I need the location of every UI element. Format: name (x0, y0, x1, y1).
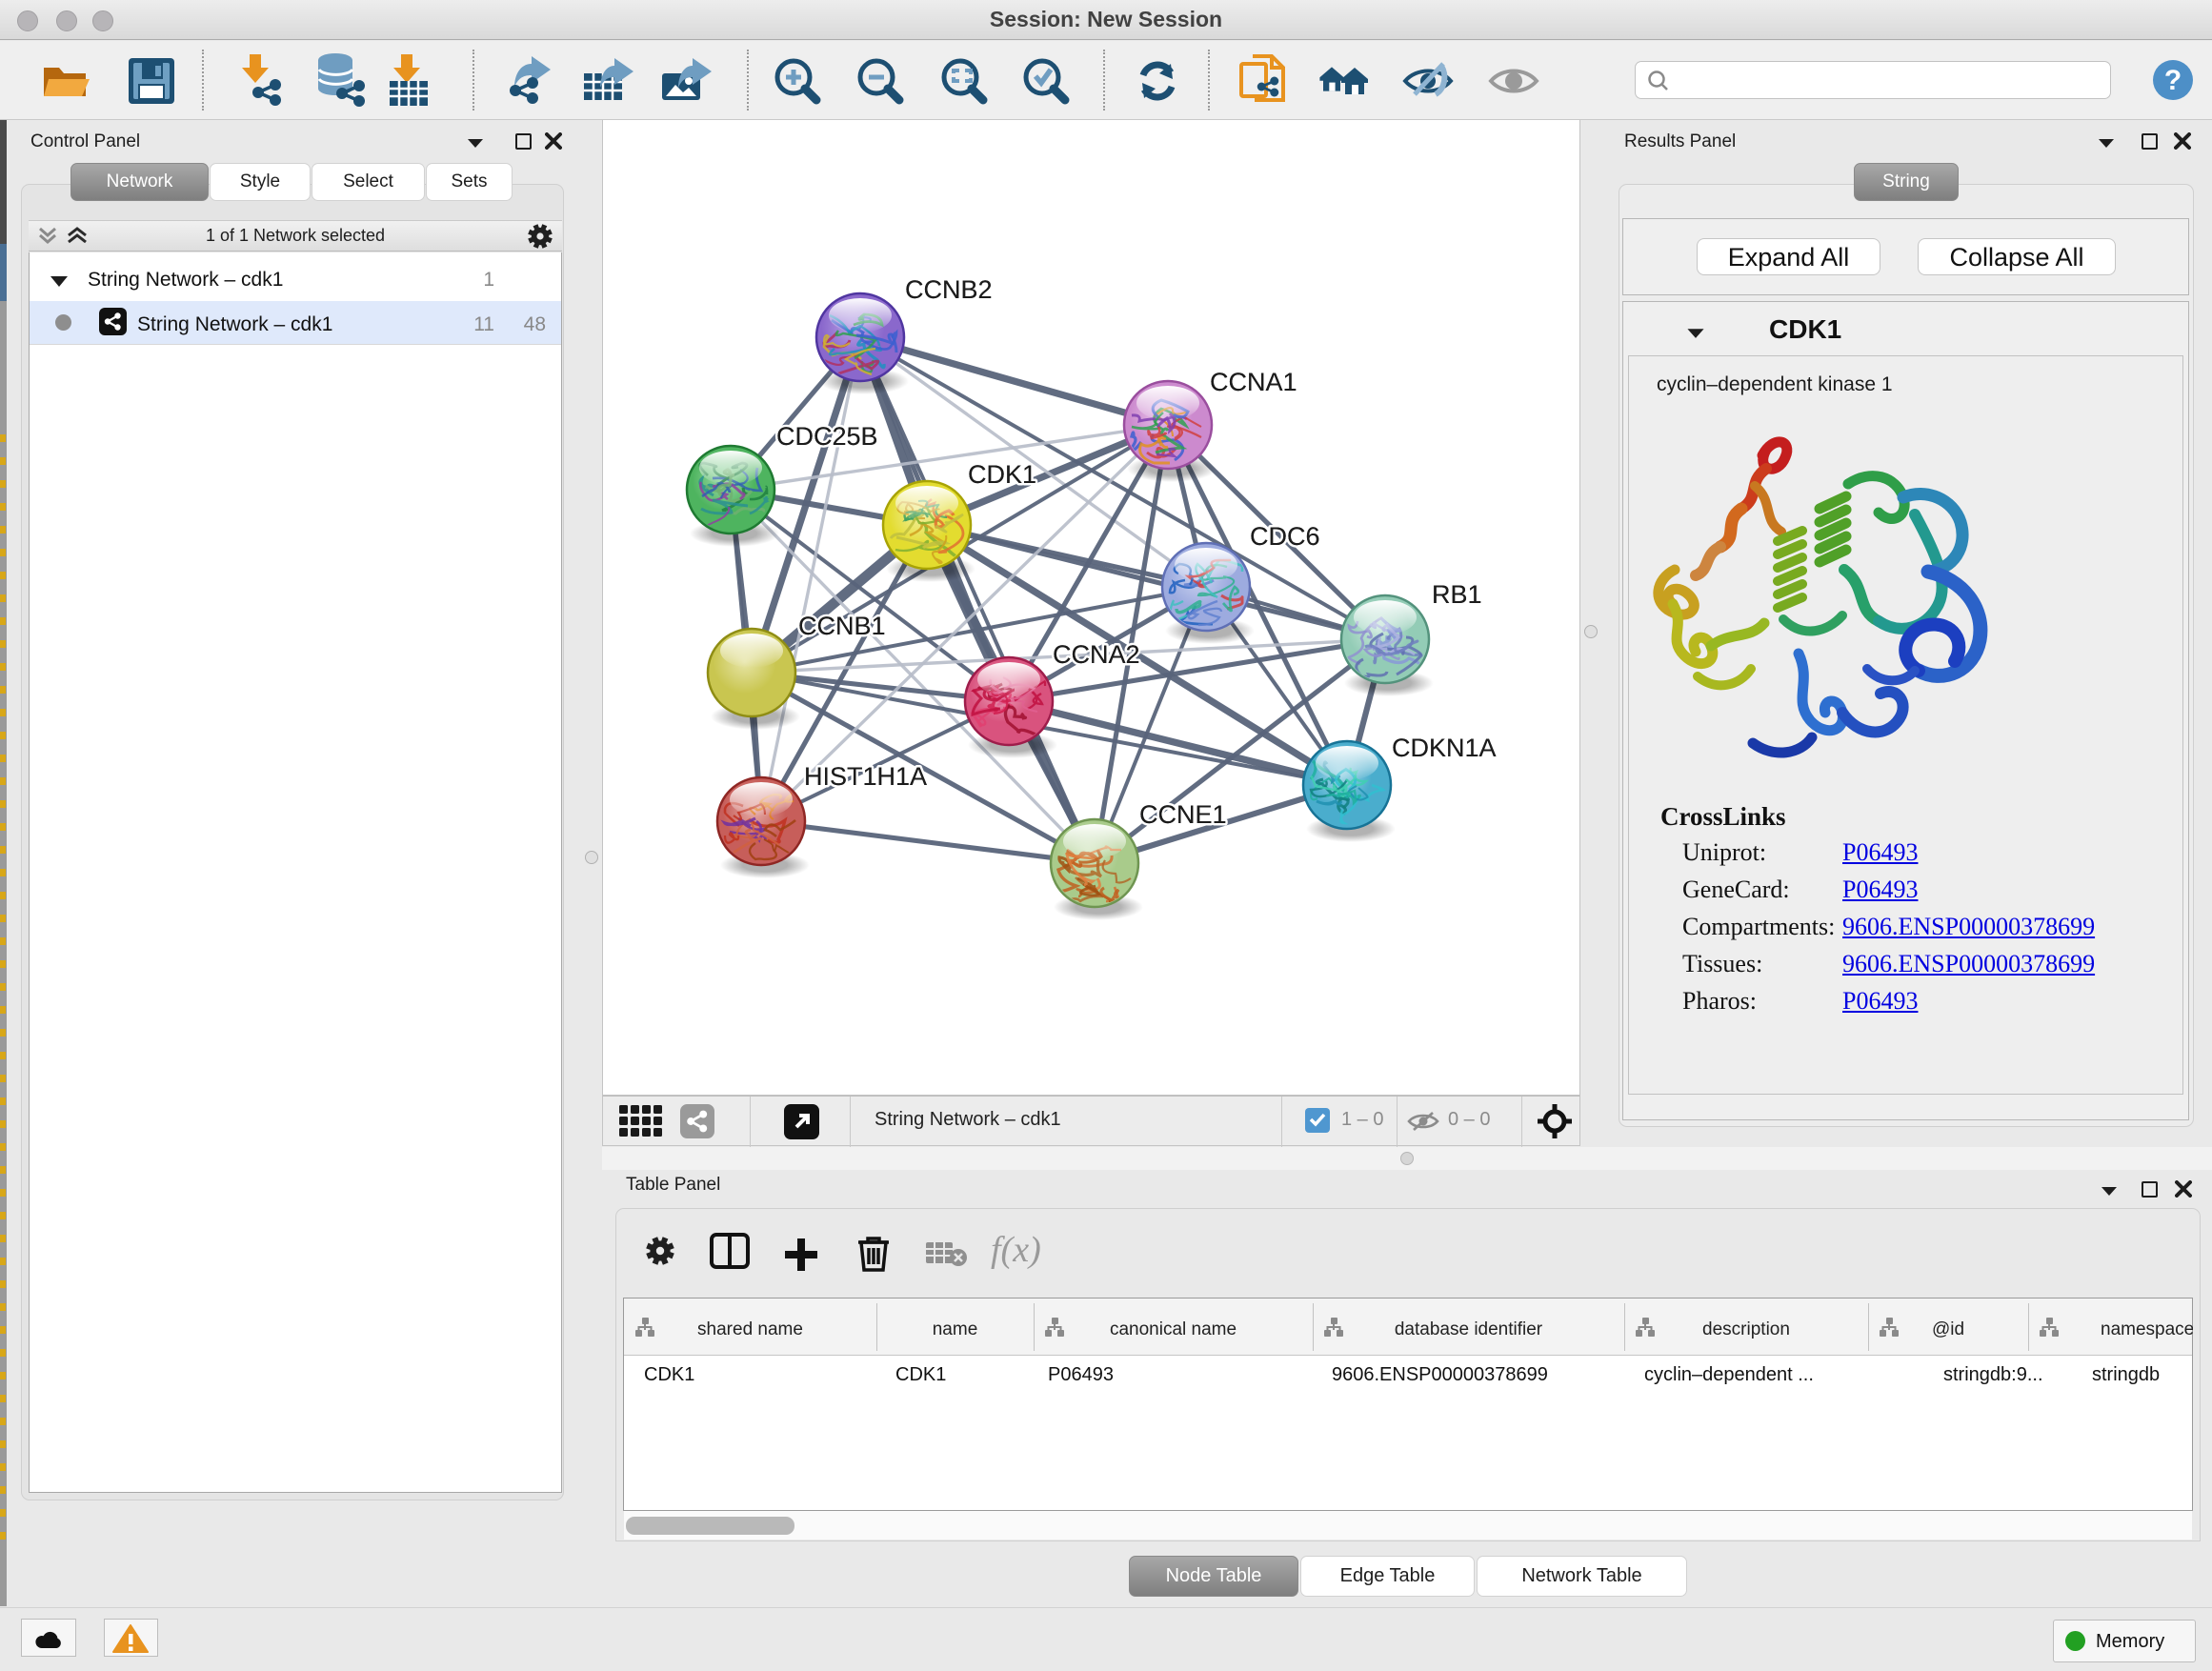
svg-text:CCNE1: CCNE1 (1139, 800, 1227, 829)
svg-text:CCNA1: CCNA1 (1210, 368, 1297, 396)
svg-text:CCNB2: CCNB2 (905, 275, 993, 304)
svg-text:HIST1H1A: HIST1H1A (804, 762, 927, 791)
svg-text:RB1: RB1 (1432, 580, 1482, 609)
svg-text:CDC25B: CDC25B (776, 422, 878, 451)
svg-text:CDKN1A: CDKN1A (1392, 734, 1497, 762)
svg-text:CDC6: CDC6 (1250, 522, 1320, 551)
svg-text:CCNB1: CCNB1 (798, 612, 886, 640)
svg-text:CCNA2: CCNA2 (1053, 640, 1140, 669)
svg-text:CDK1: CDK1 (968, 460, 1036, 489)
